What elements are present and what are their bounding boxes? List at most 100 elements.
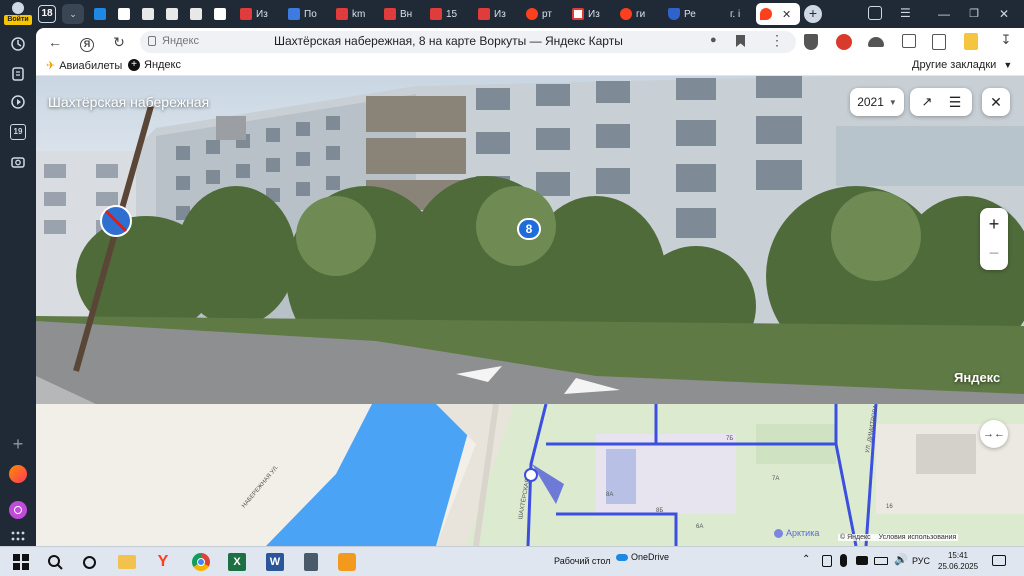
house-number-badge[interactable]: 8 <box>517 218 541 240</box>
excel-icon[interactable]: X <box>224 550 250 574</box>
shield-protect-icon[interactable] <box>804 34 818 50</box>
year-select[interactable]: 2021 ▼ <box>850 88 904 116</box>
tab-label: Вн <box>400 8 413 20</box>
desktop-label[interactable]: Рабочий стол <box>554 556 611 566</box>
tab-blank-3[interactable] <box>138 3 158 25</box>
open-external-icon[interactable]: ↗ <box>913 94 941 110</box>
apps-grid-icon[interactable] <box>6 524 30 548</box>
orange-app-icon[interactable] <box>334 550 360 574</box>
task-view-icon[interactable] <box>76 550 102 574</box>
place-arktika[interactable]: Арктика <box>774 528 819 538</box>
menu-lines-icon[interactable]: ☰ <box>941 94 969 111</box>
windows-taskbar: Y X W Рабочий стол OneDrive ⌃ 🔊 РУС 15:4… <box>0 546 1024 576</box>
microphone-icon[interactable] <box>840 554 847 567</box>
tab-blank-6[interactable] <box>210 3 230 25</box>
tab-pdf-2[interactable]: km <box>332 3 365 25</box>
calculator-icon[interactable] <box>298 550 324 574</box>
tab-blank-1[interactable] <box>90 3 110 25</box>
more-options-icon[interactable]: ⋮ <box>770 32 784 49</box>
map-pin-icon <box>760 8 772 20</box>
start-button[interactable] <box>8 550 34 574</box>
tab-generic[interactable]: г. i <box>712 3 740 25</box>
tab-mail[interactable]: По <box>284 3 317 25</box>
camera-tray-icon[interactable] <box>856 556 868 565</box>
terms-link[interactable]: Условия использования <box>879 534 957 541</box>
back-icon[interactable]: ← <box>46 33 64 51</box>
tab-label: ги <box>636 8 646 20</box>
tabs-dropdown-icon[interactable]: ⌄ <box>62 4 84 24</box>
clock[interactable]: 15:41 25.06.2025 <box>938 550 978 572</box>
chevron-down-icon: ▼ <box>1003 60 1013 70</box>
camera-icon[interactable] <box>6 150 30 174</box>
notes-icon[interactable] <box>964 33 978 50</box>
volume-icon[interactable]: 🔊 <box>894 553 908 566</box>
location-icon[interactable]: ● <box>710 34 717 46</box>
zoom-in-icon[interactable]: + <box>989 209 1000 239</box>
language-indicator[interactable]: РУС <box>912 556 930 566</box>
other-bookmarks[interactable]: Другие закладки ▼ <box>912 59 1012 71</box>
tab-pdf-4[interactable]: 15 <box>426 3 457 25</box>
tray-lock-icon[interactable] <box>822 555 832 567</box>
tab-blank-2[interactable] <box>114 3 134 25</box>
tab-blank-4[interactable] <box>162 3 182 25</box>
tab-pdf-1[interactable]: Из <box>236 3 268 25</box>
restore-button[interactable]: ❐ <box>964 4 984 24</box>
close-panorama-button[interactable]: ✕ <box>982 88 1010 116</box>
notifications-icon[interactable] <box>992 555 1006 566</box>
tab-pdf-3[interactable]: Вн <box>380 3 412 25</box>
minimize-button[interactable]: — <box>934 4 954 24</box>
extension-red-icon[interactable] <box>836 34 852 50</box>
collapse-map-button[interactable]: →← <box>980 420 1008 448</box>
house-number-6a: 6А <box>696 524 704 530</box>
street-panorama[interactable]: Шахтёрская набережная 8 2021 ▼ ↗ ☰ ✕ + −… <box>36 76 1024 404</box>
word-icon[interactable]: W <box>262 550 288 574</box>
file-explorer-icon[interactable] <box>114 550 140 574</box>
street-title: Шахтёрская набережная <box>48 94 210 110</box>
cloud-icon <box>94 8 106 20</box>
tab-blank-5[interactable] <box>186 3 206 25</box>
chrome-icon[interactable] <box>188 550 214 574</box>
yandex-browser-icon[interactable]: Y <box>150 550 176 574</box>
address-bar[interactable]: Яндекс Шахтёрская набережная, 8 на карте… <box>140 31 796 53</box>
collections-toolbar-icon[interactable] <box>932 34 946 50</box>
tab-pdf-5[interactable]: Из <box>474 3 506 25</box>
downloads-icon[interactable]: ↧ <box>996 32 1016 52</box>
tab-active-maps[interactable]: ✕ <box>756 3 800 25</box>
doc-icon <box>142 8 154 20</box>
purple-app-icon[interactable] <box>6 498 30 522</box>
reload-icon[interactable]: ↻ <box>110 33 128 51</box>
new-tab-button[interactable]: + <box>804 5 822 23</box>
yandex-logo-icon[interactable]: Я <box>78 33 96 52</box>
tab-yandex-2[interactable]: ги <box>616 3 645 25</box>
tray-chevron-icon[interactable]: ⌃ <box>802 554 810 565</box>
extensions-puzzle-icon[interactable] <box>902 34 916 48</box>
yandex-icon <box>526 8 538 20</box>
tab-strip: 18 ⌄ Из По km Вн 15 Из рт Из ги Ре г. i … <box>36 0 1024 28</box>
extension-hat-icon[interactable] <box>868 37 884 47</box>
calendar-icon[interactable]: 19 <box>6 120 30 144</box>
site-label: Яндекс <box>162 35 199 47</box>
login-button[interactable]: Войти <box>4 2 32 26</box>
collections-icon[interactable] <box>6 62 30 86</box>
zoom-out-icon[interactable]: − <box>989 239 1000 269</box>
bookmark-flights[interactable]: ✈ Авиабилеты <box>46 59 122 73</box>
media-icon[interactable] <box>6 90 30 114</box>
doc-icon <box>190 8 202 20</box>
bookmark-icon[interactable] <box>736 35 745 47</box>
close-window-button[interactable]: ✕ <box>994 4 1014 24</box>
tab-actions-icon[interactable] <box>868 6 882 20</box>
tab-yandex-1[interactable]: рт <box>522 3 552 25</box>
menu-icon[interactable]: ☰ <box>900 5 916 21</box>
battery-icon[interactable] <box>874 557 888 565</box>
tab-close-icon[interactable]: ✕ <box>782 8 791 21</box>
search-icon[interactable] <box>42 550 68 574</box>
tab-rtc[interactable]: Из <box>568 3 600 25</box>
map-view[interactable]: НАБЕРЕЖНАЯ УЛ. ШАХТЁРСКАЯ УЛ. ДИМИТРОВА … <box>36 404 1024 546</box>
tab-group-counter[interactable]: 18 <box>38 5 56 23</box>
tab-shield[interactable]: Ре <box>664 3 696 25</box>
alice-icon[interactable] <box>6 462 30 486</box>
onedrive-item[interactable]: OneDrive <box>616 552 669 562</box>
bookmark-yandex[interactable]: + Яндекс <box>128 59 181 71</box>
add-icon[interactable]: + <box>6 432 30 456</box>
history-icon[interactable] <box>6 32 30 56</box>
